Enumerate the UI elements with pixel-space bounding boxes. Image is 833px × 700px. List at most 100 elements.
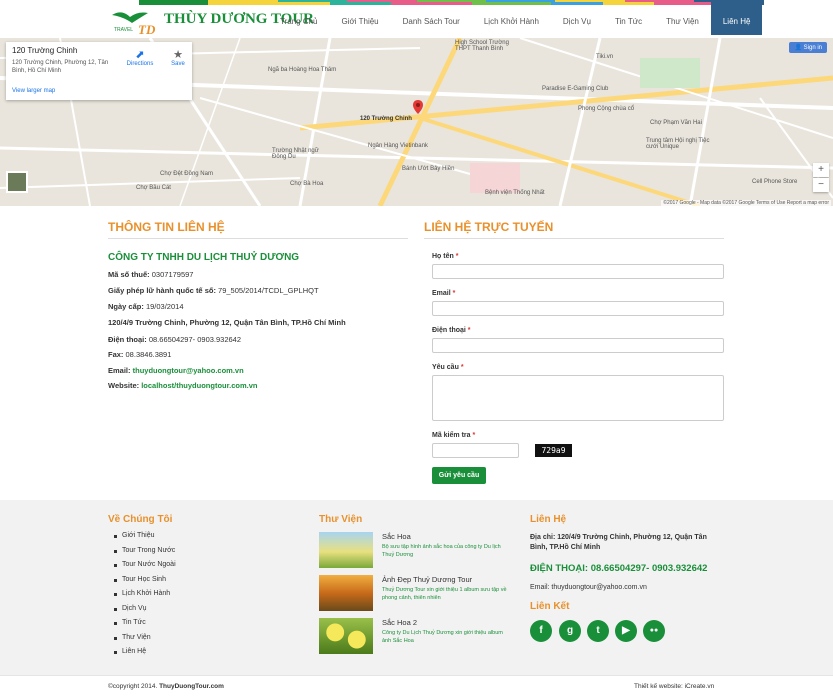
name-label: Họ tên *	[432, 253, 459, 260]
about-heading: Về Chúng Tôi	[108, 514, 173, 525]
footer-link[interactable]: Lịch Khởi Hành	[114, 590, 176, 605]
email-input[interactable]	[432, 301, 724, 316]
gallery-title[interactable]: Ảnh Đẹp Thuỷ Dương Tour	[382, 575, 472, 584]
submit-button[interactable]: Gửi yêu cầu	[432, 467, 486, 484]
footer-menu: Giới Thiệu Tour Trong Nước Tour Nước Ngo…	[114, 532, 176, 663]
map-label: Ngân Hàng Vietinbank	[368, 143, 428, 149]
zoom-out-button[interactable]: −	[813, 178, 829, 192]
view-larger-map-link[interactable]: View larger map	[12, 88, 55, 94]
copyright-site-link[interactable]: ThuyDuongTour.com	[159, 683, 224, 690]
svg-text:TRAVEL: TRAVEL	[114, 27, 133, 33]
map-label: Cell Phone Store	[752, 179, 798, 185]
company-email: Email: thuyduongtour@yahoo.com.vn	[108, 366, 244, 375]
site-header: TRAVEL TD THÙY DƯƠNG TOUR Trang Chủ Giới…	[0, 2, 833, 38]
twitter-icon[interactable]: t	[587, 620, 609, 642]
save-place-button[interactable]: ★ Save	[166, 48, 190, 67]
nav-dich-vu[interactable]: Dịch Vụ	[550, 2, 603, 35]
youtube-icon[interactable]: ▶	[615, 620, 637, 642]
google-map[interactable]: High School Trường THPT Thanh Bình Parad…	[0, 38, 833, 206]
copyright-text: ©copyright 2014. ThuyDuongTour.com	[108, 683, 224, 690]
gallery-title[interactable]: Sắc Hoa	[382, 532, 411, 541]
facebook-icon[interactable]: f	[530, 620, 552, 642]
website-link[interactable]: localhost/thuyduongtour.com.vn	[141, 381, 257, 390]
email-label: Email *	[432, 290, 456, 297]
site-logo[interactable]: TRAVEL TD THÙY DƯƠNG TOUR	[108, 5, 314, 38]
footer-phone: ĐIỆN THOẠI: 08.66504297- 0903.932642	[530, 563, 708, 574]
gallery-thumbnail[interactable]	[319, 618, 373, 654]
map-label: Tiki.vn	[596, 54, 614, 60]
map-signin-button[interactable]: 👤 Sign in	[789, 42, 827, 53]
nav-lien-he[interactable]: Liên Hệ	[710, 2, 763, 35]
map-label: Chợ Bà Hoa	[290, 181, 324, 187]
company-phone: Điện thoại: 08.66504297- 0903.932642	[108, 335, 242, 344]
logo-bird-icon: TRAVEL TD	[112, 12, 156, 37]
company-name: CÔNG TY TNHH DU LỊCH THUỶ DƯƠNG	[108, 252, 300, 263]
links-heading: Liên Kết	[530, 601, 570, 612]
svg-text:TD: TD	[138, 22, 156, 37]
map-place-card: 120 Trường Chinh 120 Trường Chinh, Phườn…	[6, 42, 192, 100]
footer-link[interactable]: Giới Thiệu	[114, 532, 176, 547]
map-label: Bánh Ướt Bảy Hiền	[402, 166, 455, 172]
footer-contact-heading: Liên Hệ	[530, 514, 567, 525]
star-icon: ★	[173, 49, 183, 61]
captcha-image: 729a9	[535, 444, 572, 457]
map-label: Chợ Đệt Đồng Nam	[160, 171, 213, 177]
zoom-in-button[interactable]: +	[813, 163, 829, 177]
map-label: High School Trường THPT Thanh Bình	[455, 40, 509, 52]
map-attribution: ©2017 Google - Map data ©2017 Google Ter…	[661, 200, 831, 206]
footer-link[interactable]: Tin Tức	[114, 619, 176, 634]
footer-address: Địa chỉ: 120/4/9 Trường Chinh, Phường 12…	[530, 534, 707, 551]
map-label: Chợ Phạm Văn Hai	[650, 120, 702, 126]
email-link[interactable]: thuyduongtour@yahoo.com.vn	[133, 366, 244, 375]
contact-info-heading: THÔNG TIN LIÊN HỆ	[108, 220, 225, 234]
save-label: Save	[171, 61, 185, 67]
signin-label: Sign in	[803, 45, 822, 51]
google-plus-icon[interactable]: g	[559, 620, 581, 642]
gallery-thumbnail[interactable]	[319, 575, 373, 611]
nav-thu-vien[interactable]: Thư Viện	[654, 2, 711, 35]
request-label: Yêu cầu *	[432, 364, 464, 371]
company-fax: Fax: 08.3846.3891	[108, 350, 172, 359]
captcha-input[interactable]	[432, 443, 519, 458]
issue-date: Ngày cấp: 19/03/2014	[108, 302, 184, 311]
directions-button[interactable]: ⬈ Directions	[124, 48, 156, 67]
footer-email: Email: thuyduongtour@yahoo.com.vn	[530, 584, 647, 591]
directions-icon: ⬈	[135, 49, 145, 61]
company-website: Website: localhost/thuyduongtour.com.vn	[108, 381, 258, 390]
gallery-desc: Công ty Du Lịch Thuỷ Dương xin giới thiệ…	[382, 630, 503, 644]
footer-link[interactable]: Dịch Vụ	[114, 605, 176, 620]
phone-label: Điện thoại *	[432, 327, 471, 334]
divider	[424, 238, 724, 239]
nav-lich-khoi-hanh[interactable]: Lịch Khởi Hành	[471, 2, 551, 35]
phone-input[interactable]	[432, 338, 724, 353]
footer-link[interactable]: Tour Trong Nước	[114, 547, 176, 562]
designer-credit[interactable]: Thiết kế website: iCreate.vn	[634, 683, 714, 690]
nav-gioi-thieu[interactable]: Giới Thiệu	[329, 2, 391, 35]
satellite-toggle[interactable]	[6, 171, 28, 193]
request-textarea[interactable]	[432, 375, 724, 421]
gallery-title[interactable]: Sắc Hoa 2	[382, 618, 417, 627]
nav-tin-tuc[interactable]: Tin Tức	[602, 2, 655, 35]
map-label: Chợ Bầu Cát	[136, 185, 171, 191]
nav-danh-sach-tour[interactable]: Danh Sách Tour	[390, 2, 472, 35]
company-address: 120/4/9 Trường Chinh, Phường 12, Quận Tâ…	[108, 318, 346, 327]
main-nav: Trang Chủ Giới Thiệu Danh Sách Tour Lịch…	[268, 2, 763, 38]
footer-link[interactable]: Thư Viện	[114, 634, 176, 649]
captcha-label: Mã kiểm tra *	[432, 432, 476, 439]
flickr-icon[interactable]: ●●	[643, 620, 665, 642]
directions-label: Directions	[126, 61, 154, 67]
footer-link[interactable]: Tour Nước Ngoài	[114, 561, 176, 576]
footer-link[interactable]: Liên Hệ	[114, 648, 176, 663]
gallery-desc: Bộ sưu tập hình ảnh sắc hoa của công ty …	[382, 544, 501, 558]
name-input[interactable]	[432, 264, 724, 279]
map-label: Trung tâm Hội nghị Tiệc cưới Unique	[646, 138, 710, 150]
gallery-heading: Thư Viện	[319, 514, 363, 525]
gallery-desc: Thuỷ Dương Tour xin giới thiệu 1 album s…	[382, 587, 507, 601]
tax-code: Mã số thuế: 0307179597	[108, 270, 194, 279]
gallery-thumbnail[interactable]	[319, 532, 373, 568]
nav-trang-chu[interactable]: Trang Chủ	[268, 2, 330, 35]
contact-form-heading: LIÊN HỆ TRỰC TUYẾN	[424, 220, 554, 234]
marker-label: 120 Trường Chinh	[360, 116, 412, 122]
footer-link[interactable]: Tour Học Sinh	[114, 576, 176, 591]
map-marker-icon[interactable]	[413, 100, 423, 114]
